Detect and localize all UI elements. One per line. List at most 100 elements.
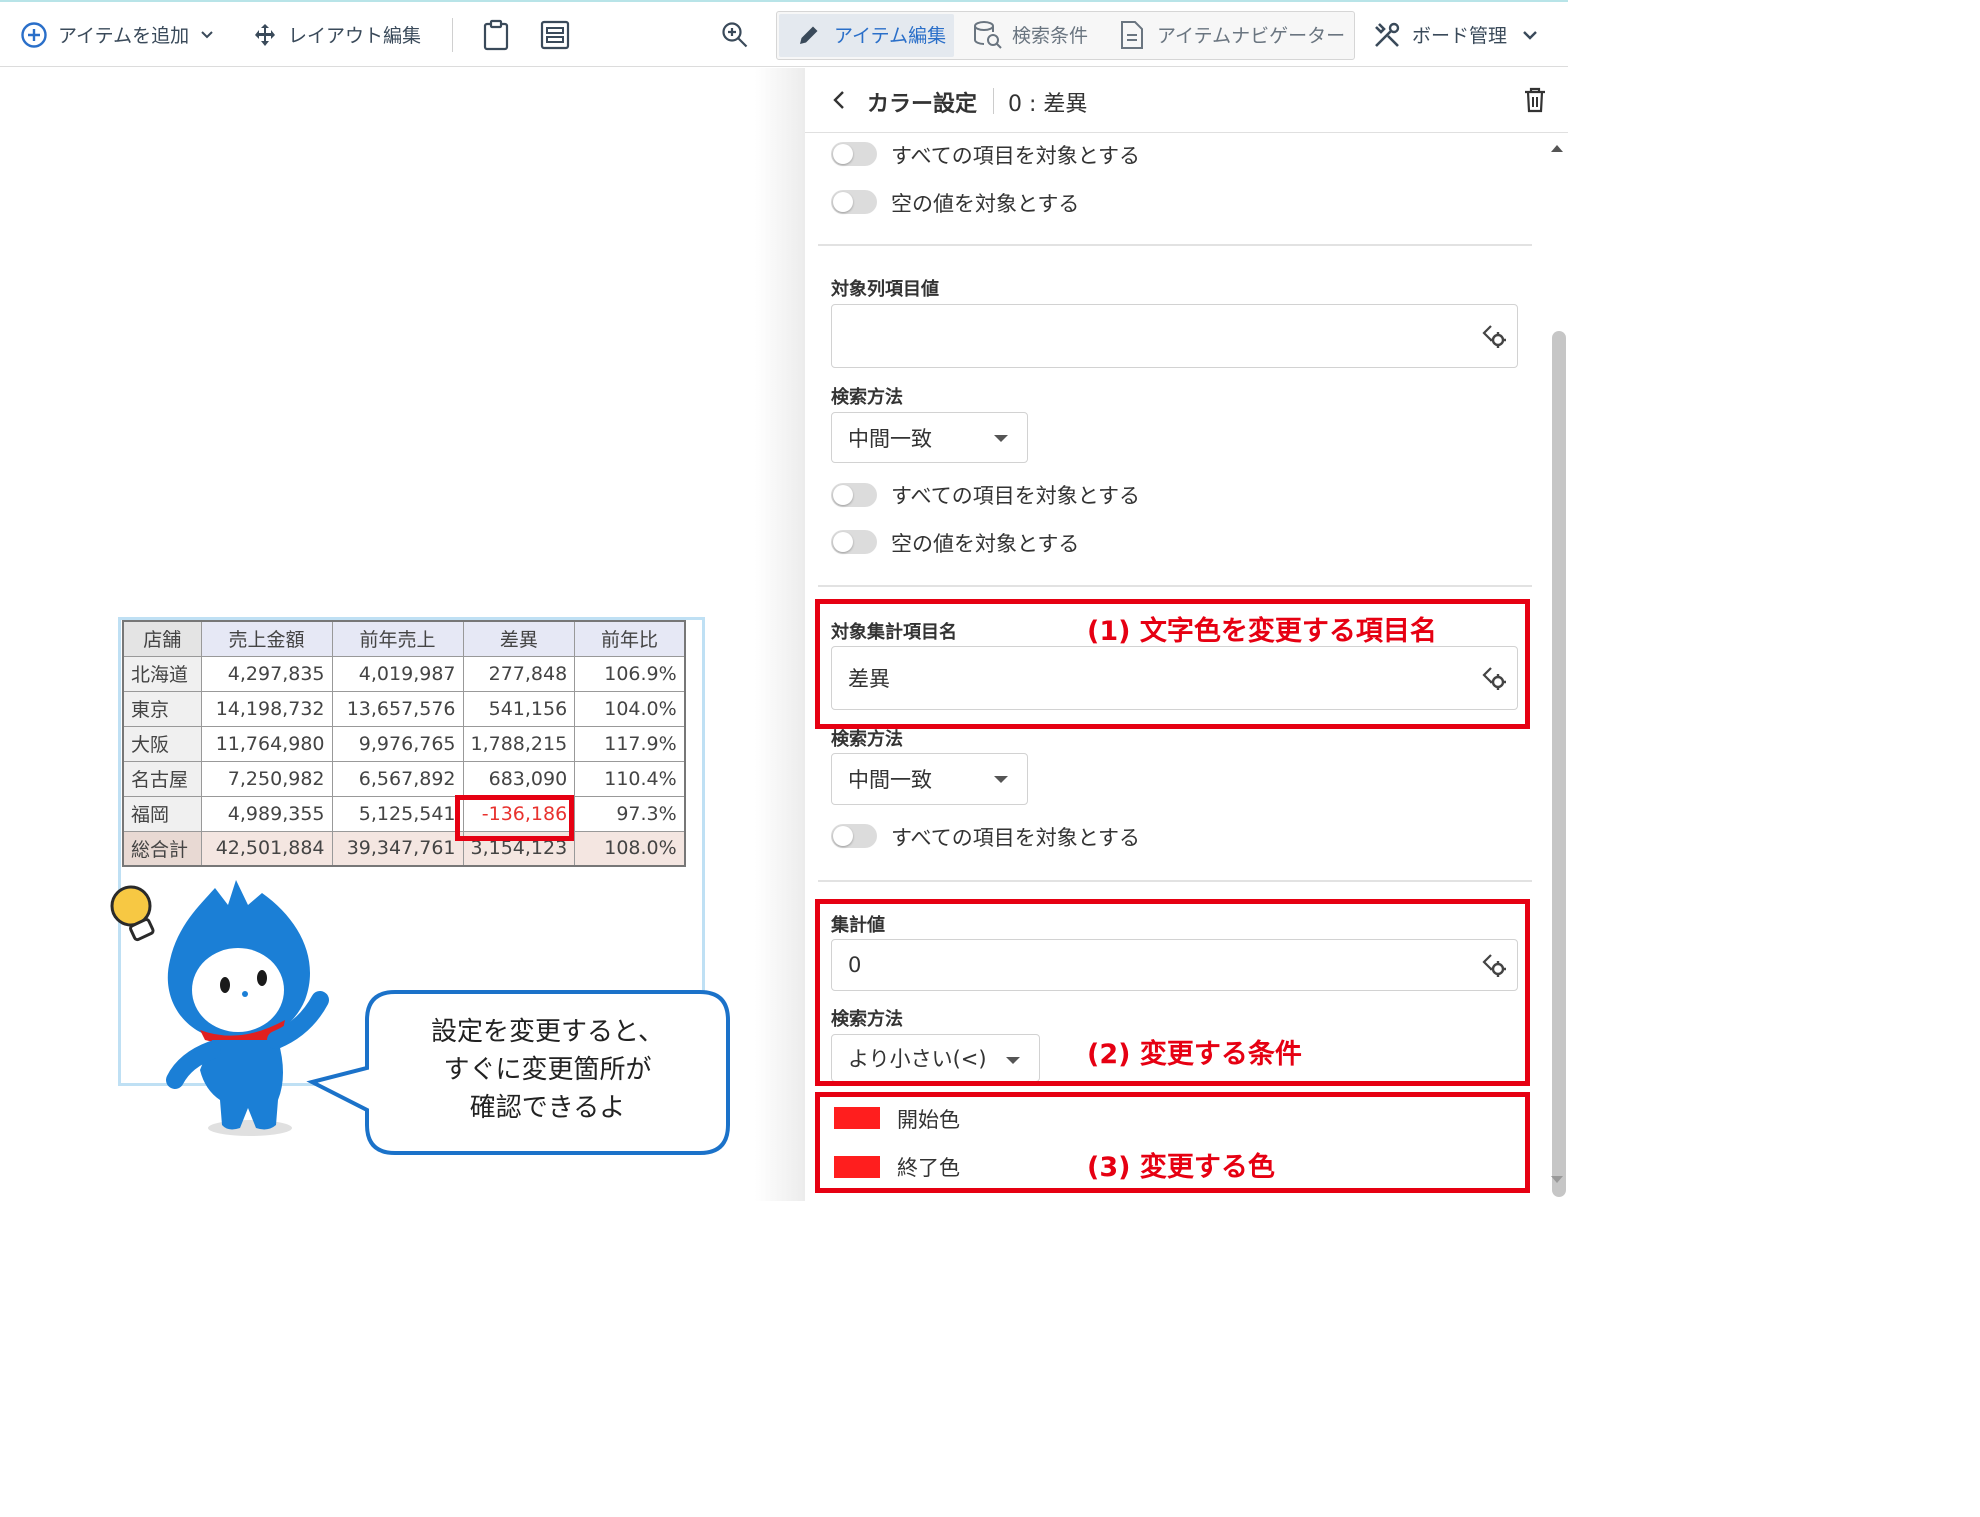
table-cell: 7,250,982 (200, 760, 333, 797)
store-cell: 北海道 (122, 655, 202, 692)
dropdown-caret-icon (994, 435, 1008, 442)
table-row: 大阪 11,764,980 9,976,765 1,788,215 117.9% (122, 725, 686, 762)
annotation-condition: (2) 変更する条件 (1087, 1039, 1302, 1070)
annotation-item-name: (1) 文字色を変更する項目名 (1087, 616, 1437, 647)
table-cell: 117.9% (574, 725, 686, 762)
scrollbar-thumb[interactable] (1552, 331, 1566, 1197)
section-divider (818, 880, 1532, 882)
scroll-up-arrow-icon[interactable] (1549, 142, 1565, 154)
table-cell: 97.3% (574, 795, 686, 832)
table-cell: 106.9% (574, 655, 686, 692)
add-item-button[interactable]: アイテムを追加 (20, 2, 215, 67)
panel-header: カラー設定 0 : 差異 (805, 68, 1568, 133)
chevron-down-icon (1523, 30, 1537, 40)
form-view-button[interactable] (540, 2, 570, 67)
table-cell: 4,019,987 (331, 655, 464, 692)
panel-shadow (755, 68, 805, 1201)
column-header[interactable]: 売上金額 (200, 620, 333, 657)
move-arrows-icon (255, 23, 275, 46)
bubble-line: すぐに変更箇所が (443, 1055, 652, 1085)
section-divider (818, 585, 1532, 587)
table-row: 東京 14,198,732 13,657,576 541,156 104.0% (122, 690, 686, 727)
toggle-empty-values-label: 空の値を対象とする (891, 192, 1080, 216)
tab-item-edit[interactable]: アイテム編集 (796, 2, 946, 67)
layout-edit-label: レイアウト編集 (288, 25, 422, 47)
plus-circle-icon (21, 21, 47, 48)
toggle-all-items-label: すべての項目を対象とする (891, 484, 1141, 508)
sales-table: 店舗 売上金額 前年売上 差異 前年比 北海道 4,297,835 4,019,… (122, 620, 686, 867)
bubble-line: 確認できるよ (469, 1093, 626, 1123)
pencil-icon (800, 26, 818, 44)
header-divider (993, 88, 994, 114)
table-cell: 9,976,765 (331, 725, 464, 762)
table-cell: 4,989,355 (200, 795, 333, 832)
board-manage-label: ボード管理 (1412, 25, 1508, 47)
scroll-down-arrow-icon[interactable] (1549, 1174, 1565, 1186)
chevron-down-icon (201, 30, 213, 38)
toggle-empty-values-label: 空の値を対象とする (891, 532, 1080, 556)
column-header[interactable]: 前年比 (574, 620, 686, 657)
table-cell: 104.0% (574, 690, 686, 727)
form-icon (540, 20, 570, 49)
layout-edit-button[interactable]: レイアウト編集 (252, 2, 421, 67)
search-method-value: 中間一致 (848, 768, 932, 792)
zoom-in-icon (722, 21, 748, 47)
toggle-all-items[interactable] (831, 824, 877, 848)
table-cell: 110.4% (574, 760, 686, 797)
lightbulb-icon (110, 885, 155, 942)
store-cell: 福岡 (122, 795, 202, 832)
toolbar: アイテムを追加 レイアウト編集 アイテム編集 検索条件 アイテムナビゲーター ボ… (0, 0, 1568, 67)
total-row: 総合計 42,501,884 39,347,761 3,154,123 108.… (122, 830, 686, 867)
clipboard-icon (483, 19, 509, 50)
table-cell: 541,156 (462, 690, 576, 727)
target-column-input[interactable] (831, 304, 1518, 368)
toggle-all-items-label: すべての項目を対象とする (891, 144, 1141, 168)
toolbar-divider (452, 18, 453, 52)
panel-subtitle: 0 : 差異 (1008, 92, 1088, 117)
table-row: 名古屋 7,250,982 6,567,892 683,090 110.4% (122, 760, 686, 797)
table-cell: 42,501,884 (200, 830, 333, 867)
search-method-select[interactable]: 中間一致 (831, 412, 1028, 463)
panel-title: カラー設定 (867, 92, 978, 117)
annotation-color: (3) 変更する色 (1087, 1152, 1275, 1183)
table-cell: 11,764,980 (200, 725, 333, 762)
search-method-label: 検索方法 (831, 387, 903, 408)
table-cell: 1,788,215 (462, 725, 576, 762)
table-cell: 683,090 (462, 760, 576, 797)
variable-settings-icon[interactable] (1481, 322, 1509, 350)
column-header[interactable]: 差異 (462, 620, 576, 657)
clipboard-button[interactable] (481, 2, 511, 67)
table-cell: 108.0% (574, 830, 686, 867)
board-manage-button[interactable]: ボード管理 (1372, 2, 1539, 67)
table-row: 北海道 4,297,835 4,019,987 277,848 106.9% (122, 655, 686, 692)
section-divider (818, 244, 1532, 246)
store-cell: 東京 (122, 690, 202, 727)
column-header[interactable]: 前年売上 (331, 620, 464, 657)
store-cell: 総合計 (122, 830, 202, 867)
table-cell: 5,125,541 (331, 795, 464, 832)
bubble-line: 設定を変更すると、 (431, 1017, 664, 1047)
toggle-all-items[interactable] (831, 483, 877, 507)
table-cell: 14,198,732 (200, 690, 333, 727)
tab-search-condition[interactable]: 検索条件 (972, 2, 1088, 67)
tab-item-navigator-label: アイテムナビゲーター (1157, 25, 1346, 47)
table-row: 福岡 4,989,355 5,125,541 -136,186 97.3% (122, 795, 686, 832)
search-method-select[interactable]: 中間一致 (831, 753, 1028, 805)
toggle-empty-values[interactable] (831, 190, 877, 214)
tab-item-navigator[interactable]: アイテムナビゲーター (1119, 2, 1345, 67)
toggle-all-items[interactable] (831, 142, 877, 166)
target-column-label: 対象列項目値 (831, 279, 939, 300)
toggle-empty-values[interactable] (831, 530, 877, 554)
toggle-all-items-label: すべての項目を対象とする (891, 826, 1141, 850)
highlight-negative-cell (455, 795, 574, 841)
zoom-button[interactable] (720, 2, 750, 67)
trash-icon[interactable] (1523, 86, 1547, 114)
database-search-icon (974, 20, 1002, 49)
dropdown-caret-icon (994, 776, 1008, 783)
column-header[interactable]: 店舗 (122, 620, 202, 657)
back-chevron-icon[interactable] (830, 89, 848, 111)
document-icon (1121, 20, 1143, 49)
search-method-value: 中間一致 (848, 426, 932, 451)
tab-search-condition-label: 検索条件 (1012, 25, 1089, 47)
table-cell: 6,567,892 (331, 760, 464, 797)
